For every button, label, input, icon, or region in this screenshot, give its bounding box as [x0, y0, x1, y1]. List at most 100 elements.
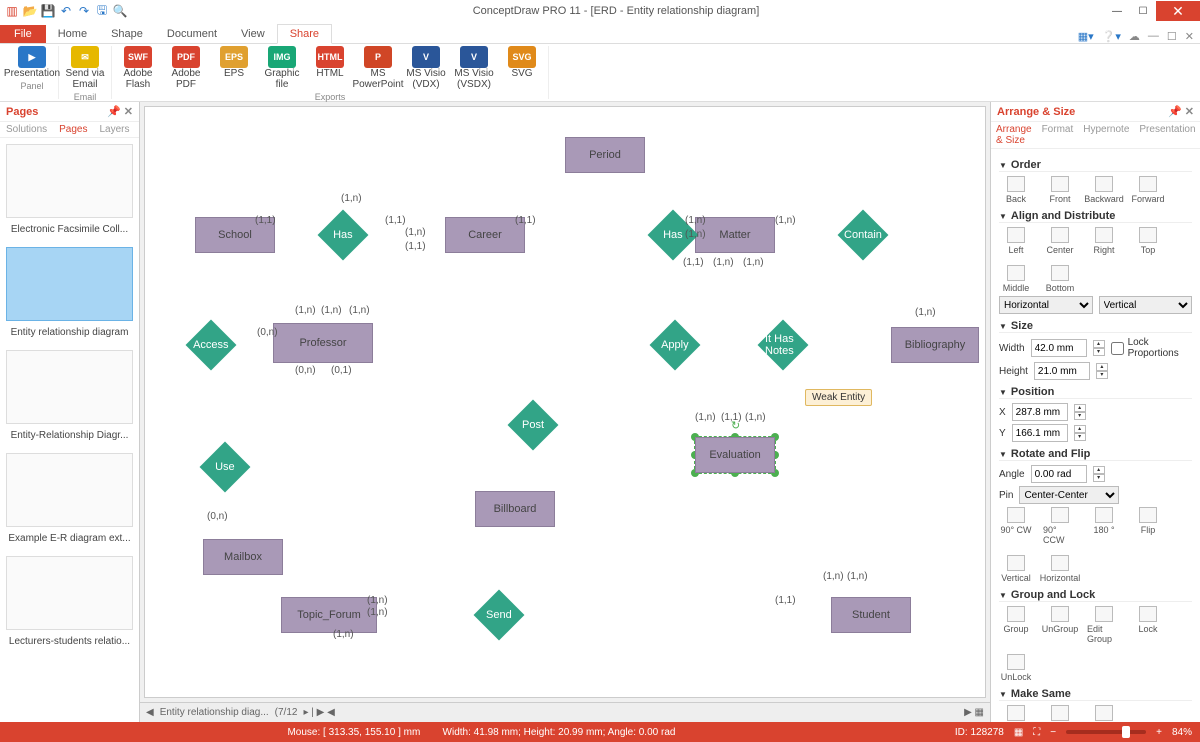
same-size-button[interactable]: Size — [999, 705, 1033, 722]
rotate-vertical-button[interactable]: Vertical — [999, 555, 1033, 583]
ribbon-item-ms-powerpoint[interactable]: PMS PowerPoint — [356, 46, 400, 90]
pin-select[interactable]: Center-Center — [1019, 486, 1119, 504]
section-align-title[interactable]: Align and Distribute — [999, 210, 1192, 223]
cloud-icon[interactable]: ☁ — [1129, 30, 1140, 43]
zoom-in-icon[interactable]: + — [1156, 727, 1162, 738]
qat-redo-icon[interactable]: ↷ — [76, 3, 92, 19]
subtab-solutions[interactable]: Solutions — [0, 122, 53, 137]
order-backward-button[interactable]: Backward — [1087, 176, 1121, 204]
entity-period[interactable]: Period — [565, 137, 645, 173]
ribbon-item-svg[interactable]: SVGSVG — [500, 46, 544, 90]
arrange-tab-format[interactable]: Format — [1037, 122, 1079, 148]
help-icon[interactable]: ❔▾ — [1102, 30, 1121, 43]
tab-view[interactable]: View — [229, 25, 277, 43]
tab-share[interactable]: Share — [277, 24, 332, 44]
subtab-layers[interactable]: Layers — [94, 122, 136, 137]
diagram-canvas[interactable]: PeriodSchoolCareerMatterProfessorBibliog… — [144, 106, 986, 698]
page-thumb[interactable] — [6, 247, 133, 321]
section-size-title[interactable]: Size — [999, 320, 1192, 333]
qat-save-icon[interactable]: 💾 — [40, 3, 56, 19]
qat-saveas-icon[interactable]: 🖫 — [94, 3, 110, 19]
zoom-out-icon[interactable]: − — [1050, 727, 1056, 738]
relationship-contain[interactable]: Contain — [838, 210, 889, 261]
group-group-button[interactable]: Group — [999, 606, 1033, 644]
ribbon-item-graphic-file[interactable]: IMGGraphic file — [260, 46, 304, 90]
relationship-use[interactable]: Use — [200, 442, 251, 493]
section-rotate-title[interactable]: Rotate and Flip — [999, 448, 1192, 461]
width-spin-up[interactable]: ▴ — [1093, 340, 1105, 348]
pages-panel-pin-icon[interactable]: 📌 ✕ — [107, 105, 133, 118]
maximize-button[interactable]: ☐ — [1130, 1, 1156, 21]
align-bottom-button[interactable]: Bottom — [1043, 265, 1077, 293]
rotate--cw-button[interactable]: 90° CW — [999, 507, 1033, 545]
arrange-panel-pin-icon[interactable]: 📌 ✕ — [1168, 105, 1194, 118]
arrange-tab-hypernote[interactable]: Hypernote — [1078, 122, 1134, 148]
close-button[interactable]: ✕ — [1156, 1, 1200, 21]
group-ungroup-button[interactable]: UnGroup — [1043, 606, 1077, 644]
y-input[interactable] — [1012, 424, 1068, 442]
entity-career[interactable]: Career — [445, 217, 525, 253]
relationship-notes[interactable]: It Has Notes — [758, 320, 809, 371]
ribbon-item-send-via-email[interactable]: ✉Send via Email — [63, 46, 107, 90]
minimize-button[interactable]: — — [1104, 1, 1130, 21]
align-center-button[interactable]: Center — [1043, 227, 1077, 255]
align-left-button[interactable]: Left — [999, 227, 1033, 255]
tabstrip-prev-icon[interactable]: ◀ — [146, 707, 154, 718]
tab-shape[interactable]: Shape — [99, 25, 155, 43]
ribbon-item-ms-visio-vdx-[interactable]: VMS Visio (VDX) — [404, 46, 448, 90]
page-thumb[interactable] — [6, 350, 133, 424]
ribbon-item-adobe-pdf[interactable]: PDFAdobe PDF — [164, 46, 208, 90]
align-horizontal-select[interactable]: Horizontal — [999, 296, 1093, 314]
file-tab[interactable]: File — [0, 25, 46, 43]
group-edit-group-button[interactable]: Edit Group — [1087, 606, 1121, 644]
order-forward-button[interactable]: Forward — [1131, 176, 1165, 204]
page-thumb[interactable] — [6, 556, 133, 630]
zoom-slider[interactable] — [1066, 730, 1146, 734]
relationship-has1[interactable]: Has — [318, 210, 369, 261]
relationship-access[interactable]: Access — [186, 320, 237, 371]
align-middle-button[interactable]: Middle — [999, 265, 1033, 293]
rotate---button[interactable]: 180 ° — [1087, 507, 1121, 545]
group-lock-button[interactable]: Lock — [1131, 606, 1165, 644]
x-input[interactable] — [1012, 403, 1068, 421]
lock-proportions-checkbox[interactable] — [1111, 342, 1124, 355]
section-order-title[interactable]: Order — [999, 159, 1192, 172]
subtab-pages[interactable]: Pages — [53, 122, 93, 137]
page-thumb[interactable] — [6, 144, 133, 218]
relationship-send[interactable]: Send — [474, 590, 525, 641]
qat-open-icon[interactable]: 📂 — [22, 3, 38, 19]
page-thumb[interactable] — [6, 453, 133, 527]
tab-home[interactable]: Home — [46, 25, 99, 43]
status-fit-icon[interactable]: ⛶ — [1033, 727, 1040, 738]
mdi-min-icon[interactable]: — — [1148, 30, 1159, 43]
width-input[interactable] — [1031, 339, 1087, 357]
ribbon-item-eps[interactable]: EPSEPS — [212, 46, 256, 90]
order-back-button[interactable]: Back — [999, 176, 1033, 204]
relationship-apply[interactable]: Apply — [650, 320, 701, 371]
entity-professor[interactable]: Professor — [273, 323, 373, 363]
tabstrip-doc-label[interactable]: Entity relationship diag... — [160, 707, 269, 718]
section-position-title[interactable]: Position — [999, 386, 1192, 399]
qat-find-icon[interactable]: 🔍 — [112, 3, 128, 19]
relationship-post[interactable]: Post — [508, 400, 559, 451]
same-width-button[interactable]: Width — [1043, 705, 1077, 722]
order-front-button[interactable]: Front — [1043, 176, 1077, 204]
group-unlock-button[interactable]: UnLock — [999, 654, 1033, 682]
align-right-button[interactable]: Right — [1087, 227, 1121, 255]
entity-student[interactable]: Student — [831, 597, 911, 633]
qat-undo-icon[interactable]: ↶ — [58, 3, 74, 19]
width-spin-down[interactable]: ▾ — [1093, 348, 1105, 356]
entity-bibliography[interactable]: Bibliography — [891, 327, 979, 363]
arrange-tab-presentation[interactable]: Presentation — [1134, 122, 1200, 148]
entity-matter[interactable]: Matter — [695, 217, 775, 253]
tabstrip-scroll-right-icon[interactable]: ▶ ▦ — [964, 707, 984, 718]
qat-new-icon[interactable]: ▥ — [4, 3, 20, 19]
align-top-button[interactable]: Top — [1131, 227, 1165, 255]
tab-document[interactable]: Document — [155, 25, 229, 43]
entity-mailbox[interactable]: Mailbox — [203, 539, 283, 575]
rotate--ccw-button[interactable]: 90° CCW — [1043, 507, 1077, 545]
section-same-title[interactable]: Make Same — [999, 688, 1192, 701]
status-grid-icon[interactable]: ▦ — [1014, 727, 1023, 738]
same-height-button[interactable]: Height — [1087, 705, 1121, 722]
ribbon-item-presentation[interactable]: ▶Presentation — [10, 46, 54, 79]
